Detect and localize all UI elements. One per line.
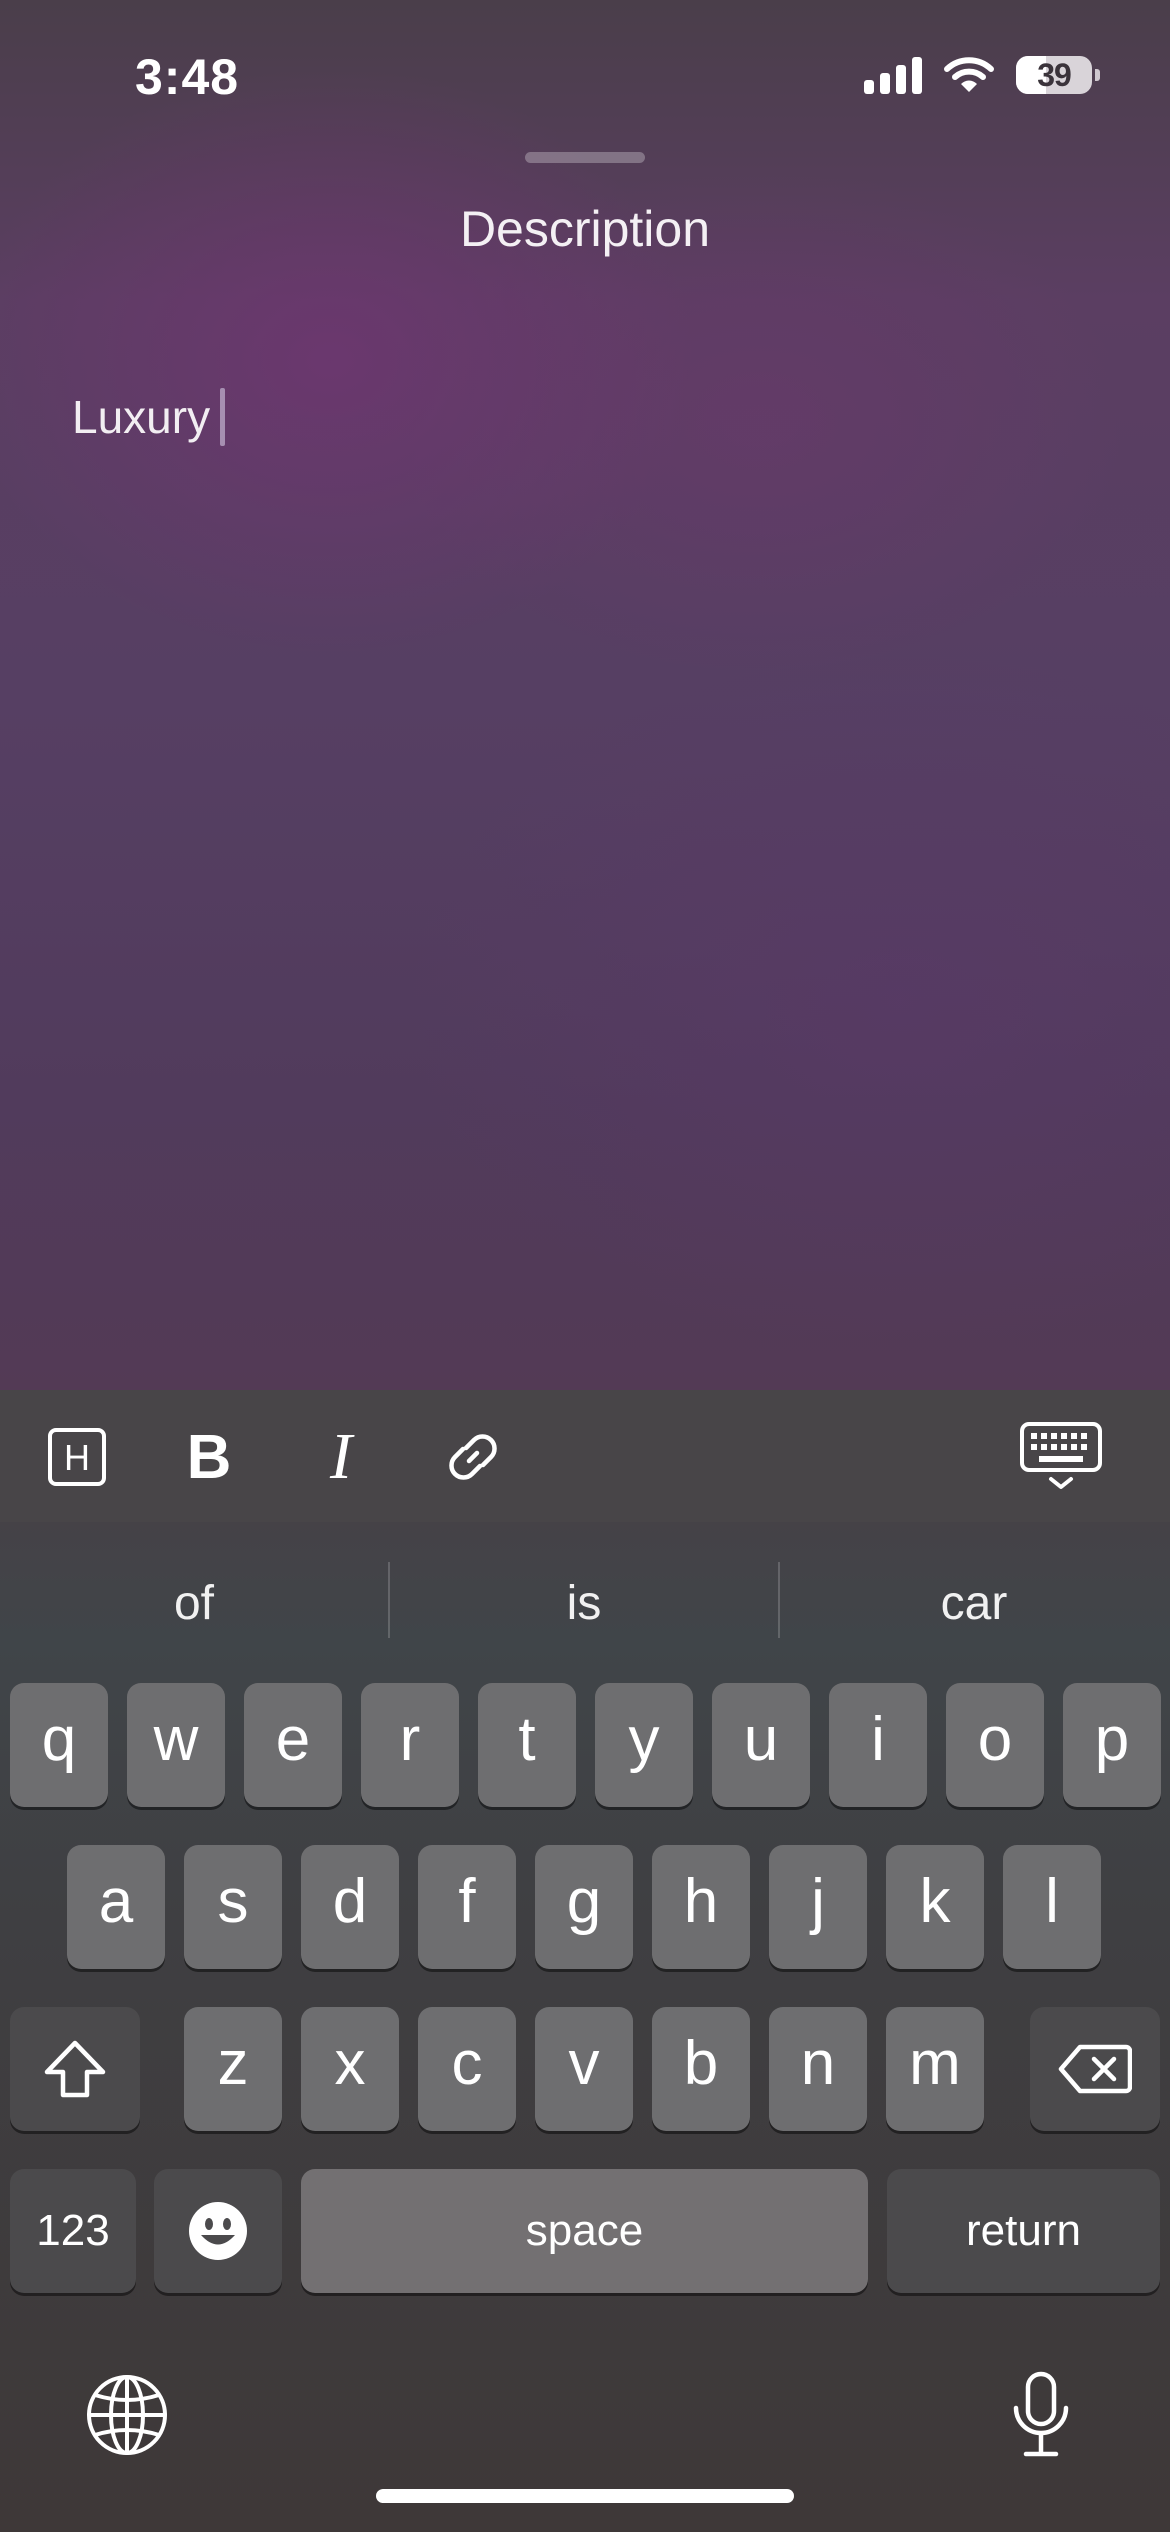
sheet-title: Description	[459, 201, 711, 257]
italic-icon: I	[330, 1420, 352, 1493]
key-j[interactable]: j	[769, 1845, 867, 1969]
shift-key[interactable]	[10, 2007, 140, 2131]
home-indicator[interactable]	[376, 2489, 794, 2503]
status-icons: 39	[864, 56, 1100, 94]
link-icon	[449, 1434, 497, 1480]
keyboard-dismiss-icon	[1020, 1422, 1102, 1489]
key-t[interactable]: t	[478, 1683, 576, 1807]
battery-icon: 39	[1016, 56, 1100, 94]
emoji-key[interactable]	[154, 2169, 282, 2293]
key-g[interactable]: g	[535, 1845, 633, 1969]
description-editor[interactable]: Luxury	[72, 385, 1102, 1285]
key-k[interactable]: k	[886, 1845, 984, 1969]
delete-key[interactable]	[1030, 2007, 1160, 2131]
dictation-button[interactable]	[991, 2365, 1091, 2465]
suggestion-item[interactable]: of	[0, 1564, 388, 1644]
key-p[interactable]: p	[1063, 1683, 1161, 1807]
space-key[interactable]: space	[301, 2169, 868, 2293]
key-e[interactable]: e	[244, 1683, 342, 1807]
emoji-icon	[189, 2202, 247, 2260]
key-v[interactable]: v	[535, 2007, 633, 2131]
sheet-grabber[interactable]	[525, 152, 645, 163]
microphone-icon	[1013, 2371, 1069, 2457]
globe-button[interactable]	[77, 2365, 177, 2465]
screen: 3:48 39 Description Luxury H B I of is c…	[0, 0, 1170, 2532]
battery-level: 39	[1037, 56, 1072, 93]
return-key[interactable]: return	[887, 2169, 1160, 2293]
link-button[interactable]	[428, 1412, 518, 1502]
key-f[interactable]: f	[418, 1845, 516, 1969]
suggestion-item[interactable]: is	[390, 1564, 778, 1644]
key-r[interactable]: r	[361, 1683, 459, 1807]
signal-icon	[864, 56, 922, 94]
key-i[interactable]: i	[829, 1683, 927, 1807]
editor-text[interactable]: Luxury	[72, 385, 210, 449]
key-u[interactable]: u	[712, 1683, 810, 1807]
key-c[interactable]: c	[418, 2007, 516, 2131]
key-n[interactable]: n	[769, 2007, 867, 2131]
key-m[interactable]: m	[886, 2007, 984, 2131]
wifi-icon	[944, 57, 994, 92]
dismiss-keyboard-button[interactable]	[1016, 1412, 1106, 1502]
bold-icon: B	[186, 1422, 232, 1492]
key-q[interactable]: q	[10, 1683, 108, 1807]
suggestion-item[interactable]: car	[780, 1564, 1168, 1644]
key-b[interactable]: b	[652, 2007, 750, 2131]
key-s[interactable]: s	[184, 1845, 282, 1969]
suggestion-bar: of is car	[0, 1522, 1170, 1677]
status-time: 3:48	[135, 49, 240, 105]
shift-icon	[44, 2040, 106, 2098]
key-d[interactable]: d	[301, 1845, 399, 1969]
heading-icon: H	[48, 1428, 106, 1486]
globe-icon	[87, 2375, 167, 2455]
key-w[interactable]: w	[127, 1683, 225, 1807]
text-caret	[220, 388, 226, 446]
key-o[interactable]: o	[946, 1683, 1044, 1807]
bold-button[interactable]: B	[164, 1412, 254, 1502]
key-l[interactable]: l	[1003, 1845, 1101, 1969]
key-x[interactable]: x	[301, 2007, 399, 2131]
italic-button[interactable]: I	[296, 1412, 386, 1502]
key-a[interactable]: a	[67, 1845, 165, 1969]
heading-button[interactable]: H	[32, 1412, 122, 1502]
formatting-toolbar: H B I	[0, 1390, 1170, 1522]
key-z[interactable]: z	[184, 2007, 282, 2131]
heading-glyph: H	[64, 1437, 90, 1478]
key-y[interactable]: y	[595, 1683, 693, 1807]
status-bar: 3:48 39	[0, 0, 1170, 150]
numbers-key[interactable]: 123	[10, 2169, 136, 2293]
key-h[interactable]: h	[652, 1845, 750, 1969]
delete-icon	[1058, 2044, 1132, 2094]
